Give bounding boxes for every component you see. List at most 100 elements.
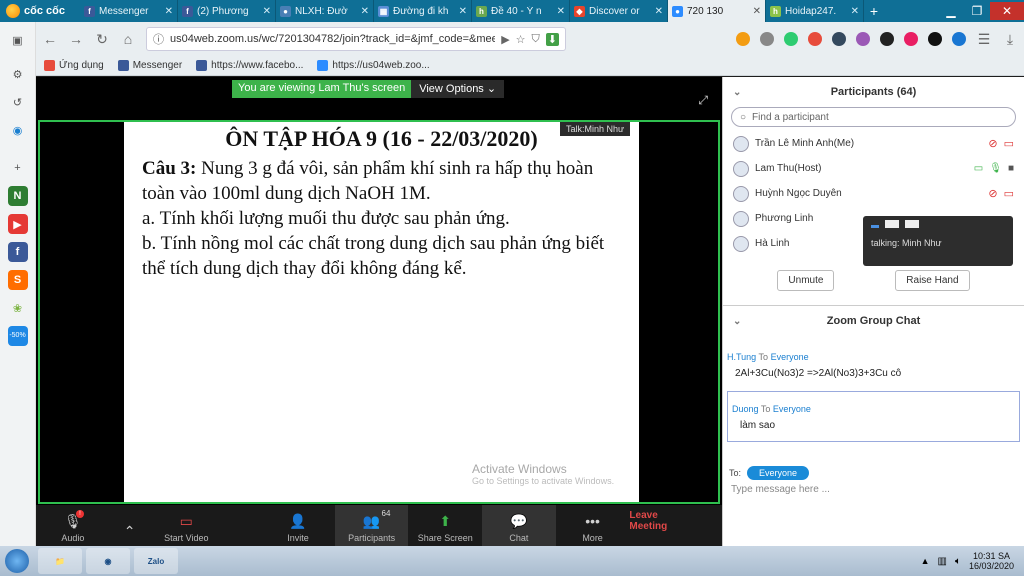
bookmark-item[interactable]: Messenger: [117, 60, 182, 71]
tab-close-icon[interactable]: ✕: [459, 6, 467, 17]
clock[interactable]: 10:31 SA 16/03/2020: [969, 551, 1014, 571]
youtube-icon[interactable]: ▶: [7, 214, 28, 234]
settings-icon[interactable]: ⚙: [8, 64, 28, 84]
forward-icon[interactable]: →: [68, 31, 84, 47]
browser-tab[interactable]: ● NLXH: Đườ ✕: [276, 0, 374, 22]
news-icon[interactable]: N: [7, 186, 28, 206]
volume-icon[interactable]: 🔈︎: [955, 556, 961, 567]
tab-close-icon[interactable]: ✕: [655, 6, 663, 17]
download-icon[interactable]: ⬇: [545, 32, 559, 46]
bookmark-star-icon[interactable]: ☆: [516, 33, 526, 46]
tab-favicon-icon: f: [182, 5, 193, 17]
extension-icon[interactable]: [904, 32, 918, 46]
messenger-icon[interactable]: ◉: [8, 120, 28, 140]
camera-icon: ■: [1007, 163, 1014, 174]
url-field[interactable]: ⓘ us04web.zoom.us/wc/7201304782/join?tra…: [146, 27, 566, 51]
tab-close-icon[interactable]: ✕: [851, 6, 859, 17]
bookmark-item[interactable]: Ứng dụng: [44, 60, 104, 71]
home-icon[interactable]: ⌂: [120, 31, 136, 47]
downloads-icon[interactable]: ⤓: [1002, 31, 1018, 48]
chat-message-input[interactable]: Type message here ...: [731, 484, 830, 495]
extension-icon[interactable]: [928, 32, 942, 46]
recipient-dropdown[interactable]: Everyone: [747, 466, 810, 480]
explorer-taskbar-icon[interactable]: 📁: [38, 548, 82, 574]
raise-hand-button[interactable]: Raise Hand: [895, 270, 970, 291]
leave-meeting-button[interactable]: Leave Meeting: [629, 510, 722, 546]
maximize-icon[interactable]: ❐: [964, 4, 990, 18]
start-button[interactable]: [0, 546, 34, 576]
shopee-icon[interactable]: S: [7, 270, 28, 290]
browser-tab[interactable]: h Đề 40 - Ý n ✕: [472, 0, 570, 22]
invite-button[interactable]: 👤 Invite: [261, 505, 335, 546]
zalo-taskbar-icon[interactable]: Zalo: [134, 548, 178, 574]
avatar: [733, 135, 749, 152]
avatar: [733, 210, 749, 227]
shield-icon[interactable]: ⛉: [532, 33, 540, 46]
browser-brand[interactable]: cốc cốc: [0, 0, 80, 22]
viewing-screen-label: You are viewing Lam Thu's screen: [232, 80, 412, 98]
chat-message: H.Tung To Everyone 2Al+3Cu(No3)2 =>2Al(N…: [727, 352, 1020, 379]
history-icon[interactable]: ↺: [8, 92, 28, 112]
extension-icon[interactable]: [832, 32, 846, 46]
participant-row[interactable]: Lam Thu(Host) ▭ 🎙︎ ■: [723, 156, 1024, 181]
participant-row[interactable]: Huỳnh Ngọc Duyên ⊘ ▭: [723, 181, 1024, 206]
extension-icon[interactable]: [784, 32, 798, 46]
browser-tab[interactable]: ▦ Đường đi kh ✕: [374, 0, 472, 22]
menu-icon[interactable]: ☰: [976, 31, 992, 48]
participant-row[interactable]: Trần Lê Minh Anh(Me) ⊘ ▭: [723, 131, 1024, 156]
view-options-button[interactable]: View Options ⌄: [411, 80, 505, 98]
extension-icon[interactable]: [880, 32, 894, 46]
extension-icon[interactable]: [808, 32, 822, 46]
tab-close-icon[interactable]: ✕: [263, 6, 271, 17]
tab-favicon-icon: h: [770, 5, 781, 17]
chevron-down-icon[interactable]: ⌄: [733, 87, 741, 98]
audio-options-button[interactable]: ⌃: [110, 505, 150, 546]
discount-icon[interactable]: -50%: [7, 326, 28, 346]
bookmark-item[interactable]: https://www.facebo...: [196, 60, 303, 71]
reload-icon[interactable]: ↻: [94, 31, 110, 48]
participants-button[interactable]: 64 👥 Participants: [334, 505, 409, 546]
back-icon[interactable]: ←: [42, 31, 58, 47]
audio-button[interactable]: ! 🎙︎ Audio: [36, 505, 110, 546]
sidebar-toggle-icon[interactable]: ▣: [8, 30, 28, 50]
minimize-icon[interactable]: ▁: [938, 4, 964, 18]
talking-tooltip: talking: Minh Như: [863, 216, 1013, 266]
facebook-icon[interactable]: f: [7, 242, 28, 262]
extension-icon[interactable]: [856, 32, 870, 46]
tab-close-icon[interactable]: ✕: [361, 6, 369, 17]
participant-search-input[interactable]: ○ Find a participant: [731, 107, 1016, 127]
browser-tab[interactable]: f Messenger ✕: [80, 0, 178, 22]
browser-tab[interactable]: f (2) Phương ✕: [178, 0, 276, 22]
tab-close-icon[interactable]: ✕: [753, 6, 761, 17]
browser-tab[interactable]: ● 720 130 ✕: [668, 0, 766, 22]
new-tab-button[interactable]: +: [864, 0, 884, 22]
chat-button[interactable]: 💬 Chat: [482, 505, 556, 546]
window-controls: ▁ ❐ ✕: [938, 0, 1024, 22]
chevron-down-icon[interactable]: ⌄: [733, 316, 741, 327]
bookmark-label: https://www.facebo...: [211, 60, 304, 71]
start-video-button[interactable]: ▭ Start Video: [149, 505, 223, 546]
bookmark-icon: [44, 60, 55, 71]
talking-tag: Talk:Minh Như: [559, 122, 630, 136]
browser-tab[interactable]: ◆ Discover or ✕: [570, 0, 668, 22]
slide-part-b: b. Tính nồng mol các chất trong dung dịc…: [142, 233, 605, 279]
network-icon[interactable]: ▥: [938, 556, 947, 567]
more-button[interactable]: ••• More: [556, 505, 630, 546]
bookmark-item[interactable]: https://us04web.zoo...: [317, 60, 430, 71]
camera-blocked-icon[interactable]: ▶: [501, 33, 509, 46]
share-screen-button[interactable]: ⬆ Share Screen: [408, 505, 482, 546]
fullscreen-icon[interactable]: ⤢: [698, 93, 708, 108]
coccoc-taskbar-icon[interactable]: ◉: [86, 548, 130, 574]
unmute-button[interactable]: Unmute: [777, 270, 835, 291]
coccoc-game-icon[interactable]: ❀: [8, 298, 28, 318]
tray-arrow-icon[interactable]: ▲: [921, 556, 930, 566]
browser-tab[interactable]: h Hoidap247. ✕: [766, 0, 864, 22]
info-icon: ⓘ: [153, 34, 164, 46]
extension-icon[interactable]: [736, 32, 750, 46]
extension-icon[interactable]: [952, 32, 966, 46]
tab-close-icon[interactable]: ✕: [165, 6, 173, 17]
close-window-icon[interactable]: ✕: [990, 2, 1024, 20]
add-icon[interactable]: +: [8, 158, 28, 178]
tab-close-icon[interactable]: ✕: [557, 6, 565, 17]
extension-icon[interactable]: [760, 32, 774, 46]
